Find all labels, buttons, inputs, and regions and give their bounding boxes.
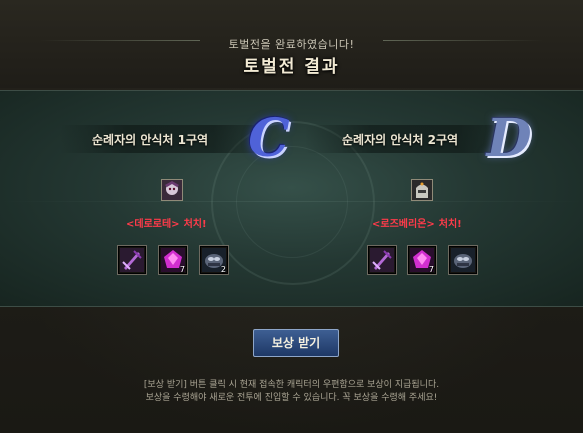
purple-weapon-icon xyxy=(120,248,144,272)
zone-2-title: 순례자의 안식처 2구역 xyxy=(342,133,459,147)
zone-2-kill-label: 처치! xyxy=(438,219,462,230)
result-board: 순례자의 안식처 1구역 C <데로로테> 처치! 7 2 순례자의 안식처 2… xyxy=(0,90,583,307)
zone-1-reward-slot-1[interactable] xyxy=(117,245,147,275)
zone-2-reward-slot-2[interactable]: 7 xyxy=(407,245,437,275)
zone-2-kill-text: <로즈베리온> 처치! xyxy=(372,215,462,230)
zone-2-boss-name: <로즈베리온> xyxy=(372,219,435,230)
zone-1-reward-slot-3[interactable]: 2 xyxy=(199,245,229,275)
claim-reward-button[interactable]: 보상 받기 xyxy=(253,329,339,357)
boss-portrait-icon xyxy=(162,180,182,200)
zone-1-boss-portrait xyxy=(161,179,183,201)
zone-1-grade-badge: C xyxy=(248,108,290,169)
dark-bundle-icon xyxy=(451,248,475,272)
zone-1-kill-text: <데로로테> 처치! xyxy=(126,215,207,230)
notice-line-2: 보상을 수령해야 새로운 전투에 진입할 수 있습니다. 꼭 보상을 수령해 주… xyxy=(145,393,438,403)
boss-portrait-icon xyxy=(412,180,432,200)
page-title: 토벌전 결과 xyxy=(243,57,340,77)
zone-1-boss-name: <데로로테> xyxy=(126,219,180,230)
zone-1-title: 순례자의 안식처 1구역 xyxy=(92,133,209,147)
zone-1-reward-2-qty: 7 xyxy=(179,265,185,274)
zone-2-reward-slot-1[interactable] xyxy=(367,245,397,275)
purple-weapon-icon xyxy=(370,248,394,272)
zone-1-kill-label: 처치! xyxy=(183,219,207,230)
zone-2-grade-badge: D xyxy=(486,108,532,169)
zone-2-reward-slot-3[interactable] xyxy=(448,245,478,275)
notice-line-1: [보상 받기] 버튼 클릭 시 현재 접속한 캐릭터의 우편함으로 보상이 지급… xyxy=(143,380,440,390)
completion-message: 토벌전을 완료하였습니다! xyxy=(228,38,355,51)
zone-1-reward-3-qty: 2 xyxy=(220,265,226,274)
zone-1-reward-slot-2[interactable]: 7 xyxy=(158,245,188,275)
header: 토벌전을 완료하였습니다! 토벌전 결과 xyxy=(0,0,583,88)
zone-2-boss-portrait xyxy=(411,179,433,201)
zone-2-reward-2-qty: 7 xyxy=(428,265,434,274)
result-window: 토벌전을 완료하였습니다! 토벌전 결과 순례자의 안식처 1구역 C <데로로… xyxy=(0,0,583,433)
board-divider xyxy=(0,201,583,202)
